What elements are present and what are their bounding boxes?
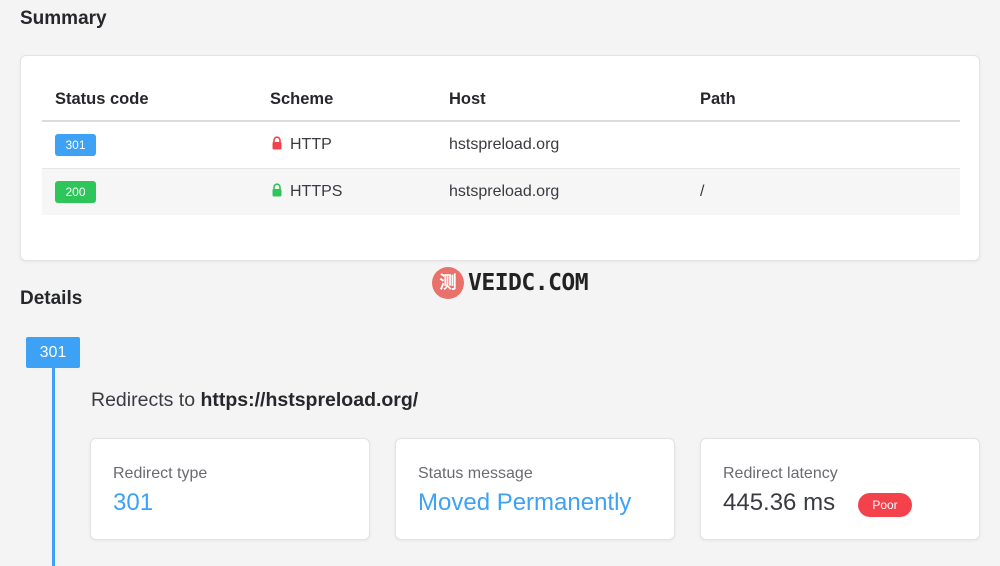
table-header-row: Status code Scheme Host Path (42, 78, 960, 122)
status-cell: 301 (42, 121, 257, 169)
status-cell: 200 (42, 168, 257, 215)
watermark-logo: 测 VEIDC.COM (432, 267, 589, 299)
redirect-type-card: Redirect type 301 (90, 438, 370, 540)
path-cell (687, 121, 960, 169)
lock-open-icon (272, 136, 282, 150)
column-header-path: Path (687, 78, 960, 122)
summary-title: Summary (20, 8, 107, 29)
scheme-cell: HTTPS (257, 168, 436, 215)
status-message-card: Status message Moved Permanently (395, 438, 675, 540)
timeline-status-badge: 301 (26, 337, 80, 368)
status-badge: 301 (55, 134, 96, 156)
scheme-cell: HTTP (257, 121, 436, 169)
redirect-url: https://hstspreload.org/ (200, 389, 419, 411)
scheme-label: HTTP (290, 136, 332, 153)
redirect-latency-card: Redirect latency 445.36 ms Poor (700, 438, 980, 540)
redirect-type-label: Redirect type (113, 465, 208, 482)
redirect-latency-value: 445.36 ms (723, 489, 836, 516)
redirect-description: Redirects to https://hstspreload.org/ (91, 389, 418, 412)
redirect-type-value: 301 (113, 489, 154, 516)
status-badge: 200 (55, 181, 96, 203)
status-message-label: Status message (418, 465, 533, 482)
status-message-value: Moved Permanently (418, 489, 632, 516)
column-header-host: Host (436, 78, 687, 122)
timeline-line (52, 368, 55, 566)
latency-rating-badge: Poor (858, 493, 912, 517)
lock-closed-icon (272, 183, 282, 197)
table-row: 200 HTTPS hstspreload.org / (42, 168, 960, 215)
table-row: 301 HTTP hstspreload.org (42, 121, 960, 169)
column-header-scheme: Scheme (257, 78, 436, 122)
column-header-status-code: Status code (42, 78, 257, 122)
details-title: Details (20, 288, 83, 309)
scheme-label: HTTPS (290, 183, 343, 200)
redirect-prefix: Redirects to (91, 389, 201, 411)
path-cell: / (687, 168, 960, 215)
host-cell: hstspreload.org (436, 168, 687, 215)
summary-card: Status code Scheme Host Path 301 HTTP hs… (20, 55, 980, 261)
summary-table: Status code Scheme Host Path 301 HTTP hs… (42, 78, 960, 215)
redirect-latency-label: Redirect latency (723, 465, 838, 482)
watermark-glyph: 测 (432, 267, 464, 299)
watermark-text: VEIDC.COM (468, 270, 589, 296)
host-cell: hstspreload.org (436, 121, 687, 169)
